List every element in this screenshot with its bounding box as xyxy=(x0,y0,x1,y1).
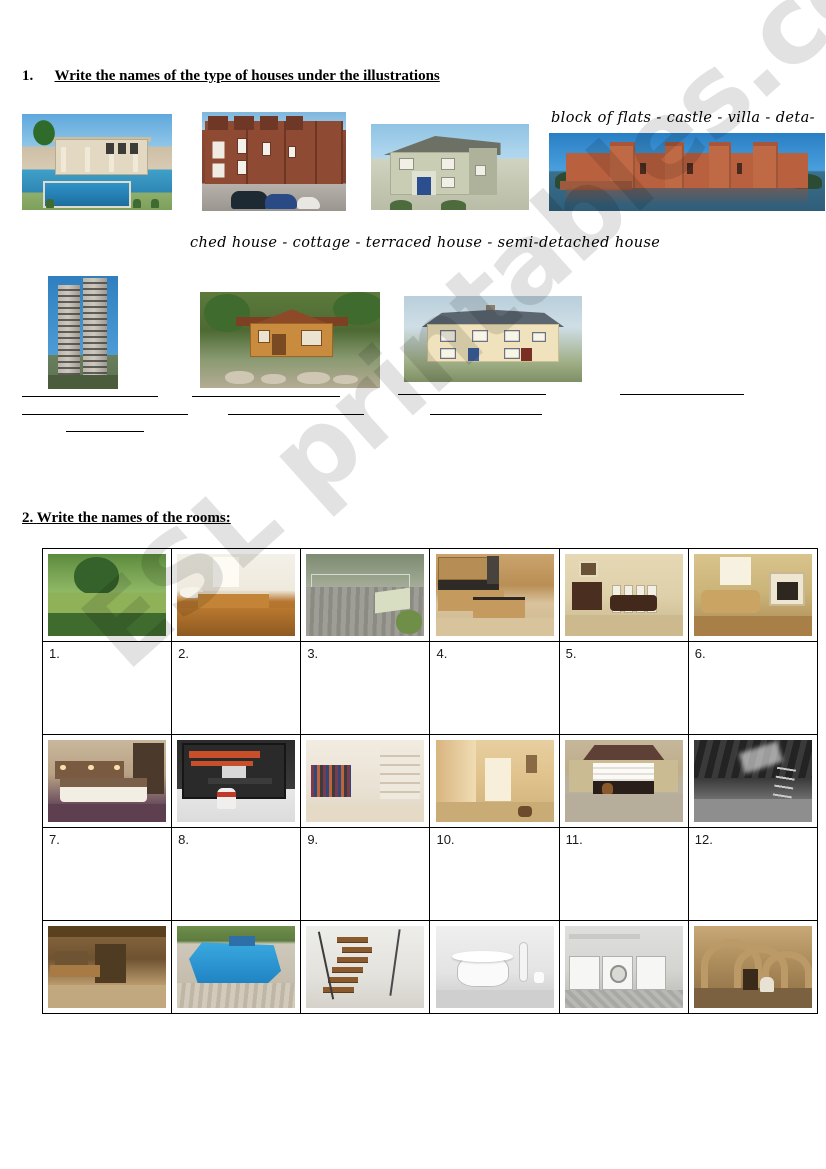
room-number-label: 6. xyxy=(694,646,706,661)
section1-title: Write the names of the type of houses un… xyxy=(54,68,440,84)
section2-number: 2. xyxy=(22,510,34,526)
room-answer-cell[interactable]: 3. xyxy=(300,641,431,735)
room-image-cell-living-room xyxy=(687,548,819,642)
room-image-cell-bathroom xyxy=(171,548,302,642)
answer-line-7[interactable] xyxy=(430,414,542,415)
room-answer-cell[interactable]: 6. xyxy=(687,641,819,735)
room-image-laundry-room xyxy=(564,926,683,1008)
section2-heading: 2. Write the names of the rooms: xyxy=(22,510,231,527)
room-answer-cell[interactable]: 1. xyxy=(41,641,173,735)
room-image-cellar xyxy=(693,926,812,1008)
room-answer-cell[interactable]: 12. xyxy=(687,827,819,921)
wordbank-line-1: block of flats - castle - villa - deta- xyxy=(551,110,815,126)
room-image-dressing-room xyxy=(306,740,425,822)
table-row-images xyxy=(41,734,819,828)
answer-line-2[interactable] xyxy=(192,396,340,397)
answer-line-3[interactable] xyxy=(398,394,546,395)
house-image-block-of-flats xyxy=(48,276,118,389)
answer-line-5[interactable] xyxy=(22,414,188,415)
room-image-study xyxy=(177,740,296,822)
room-image-cell-kitchen xyxy=(429,548,560,642)
room-number-label: 12. xyxy=(694,832,713,847)
room-image-cell-study xyxy=(171,734,302,828)
room-number-label: 2. xyxy=(178,646,189,661)
room-image-terrace xyxy=(306,554,425,636)
room-image-cell-toilet xyxy=(429,920,560,1014)
section1-heading: 1. Write the names of the type of houses… xyxy=(22,68,440,85)
house-image-detached xyxy=(404,296,582,382)
room-image-garage xyxy=(564,740,683,822)
room-image-cell-attic xyxy=(687,734,819,828)
room-image-kitchen xyxy=(435,554,554,636)
room-number-label: 11. xyxy=(565,832,583,847)
room-image-cell-staircase xyxy=(300,920,431,1014)
room-image-cell-cellar xyxy=(687,920,819,1014)
room-number-label: 3. xyxy=(307,646,319,661)
house-image-villa xyxy=(22,114,172,210)
room-answer-cell[interactable]: 5. xyxy=(558,641,689,735)
room-image-basement xyxy=(48,926,167,1008)
room-answer-cell[interactable]: 2. xyxy=(171,641,302,735)
answer-line-8[interactable] xyxy=(66,431,144,432)
table-row-images xyxy=(41,920,819,1014)
room-image-cell-bedroom xyxy=(41,734,173,828)
table-row-answers: 7. 8. 9. 10. 11. 12. xyxy=(41,827,819,921)
section1-number: 1. xyxy=(22,68,34,84)
wordbank-line-2: ched house - cottage - terraced house - … xyxy=(190,235,661,251)
house-image-castle xyxy=(549,133,825,211)
room-image-living-room xyxy=(693,554,812,636)
room-image-bedroom xyxy=(48,740,167,822)
room-image-cell-garage xyxy=(558,734,689,828)
room-number-label: 1. xyxy=(49,646,60,661)
room-number-label: 5. xyxy=(565,646,577,661)
section2-title: Write the names of the rooms: xyxy=(36,510,231,526)
table-row-answers: 1. 2. 3. 4. 5. 6. xyxy=(41,641,819,735)
room-image-cell-basement xyxy=(41,920,173,1014)
answer-line-6[interactable] xyxy=(228,414,364,415)
rooms-table: 1. 2. 3. 4. 5. 6. 7. 8. 9. 10. 11. 12. xyxy=(41,548,819,1014)
room-image-swimming-pool xyxy=(177,926,296,1008)
room-image-cell-swimming-pool xyxy=(171,920,302,1014)
room-image-attic xyxy=(693,740,812,822)
house-image-terraced xyxy=(202,112,346,211)
room-image-cell-laundry-room xyxy=(558,920,689,1014)
answer-line-1[interactable] xyxy=(22,396,158,397)
room-image-cell-dining-room xyxy=(558,548,689,642)
room-image-toilet xyxy=(435,926,554,1008)
room-image-staircase xyxy=(306,926,425,1008)
house-image-semi-detached xyxy=(371,124,529,210)
room-number-label: 4. xyxy=(436,646,448,661)
room-image-cell-dressing-room xyxy=(300,734,431,828)
room-image-hall xyxy=(435,740,554,822)
room-number-label: 8. xyxy=(178,832,189,847)
room-answer-cell[interactable]: 4. xyxy=(429,641,560,735)
room-image-bathroom xyxy=(177,554,296,636)
room-image-cell-hall xyxy=(429,734,560,828)
room-number-label: 10. xyxy=(436,832,455,847)
room-image-garden xyxy=(48,554,167,636)
room-number-label: 9. xyxy=(307,832,319,847)
room-image-cell-terrace xyxy=(300,548,431,642)
room-image-cell-garden xyxy=(41,548,173,642)
answer-line-4[interactable] xyxy=(620,394,744,395)
house-image-cottage xyxy=(200,292,380,388)
room-answer-cell[interactable]: 7. xyxy=(41,827,173,921)
room-number-label: 7. xyxy=(49,832,60,847)
room-answer-cell[interactable]: 11. xyxy=(558,827,689,921)
room-answer-cell[interactable]: 9. xyxy=(300,827,431,921)
table-row-images xyxy=(41,548,819,642)
room-image-dining-room xyxy=(564,554,683,636)
room-answer-cell[interactable]: 10. xyxy=(429,827,560,921)
room-answer-cell[interactable]: 8. xyxy=(171,827,302,921)
